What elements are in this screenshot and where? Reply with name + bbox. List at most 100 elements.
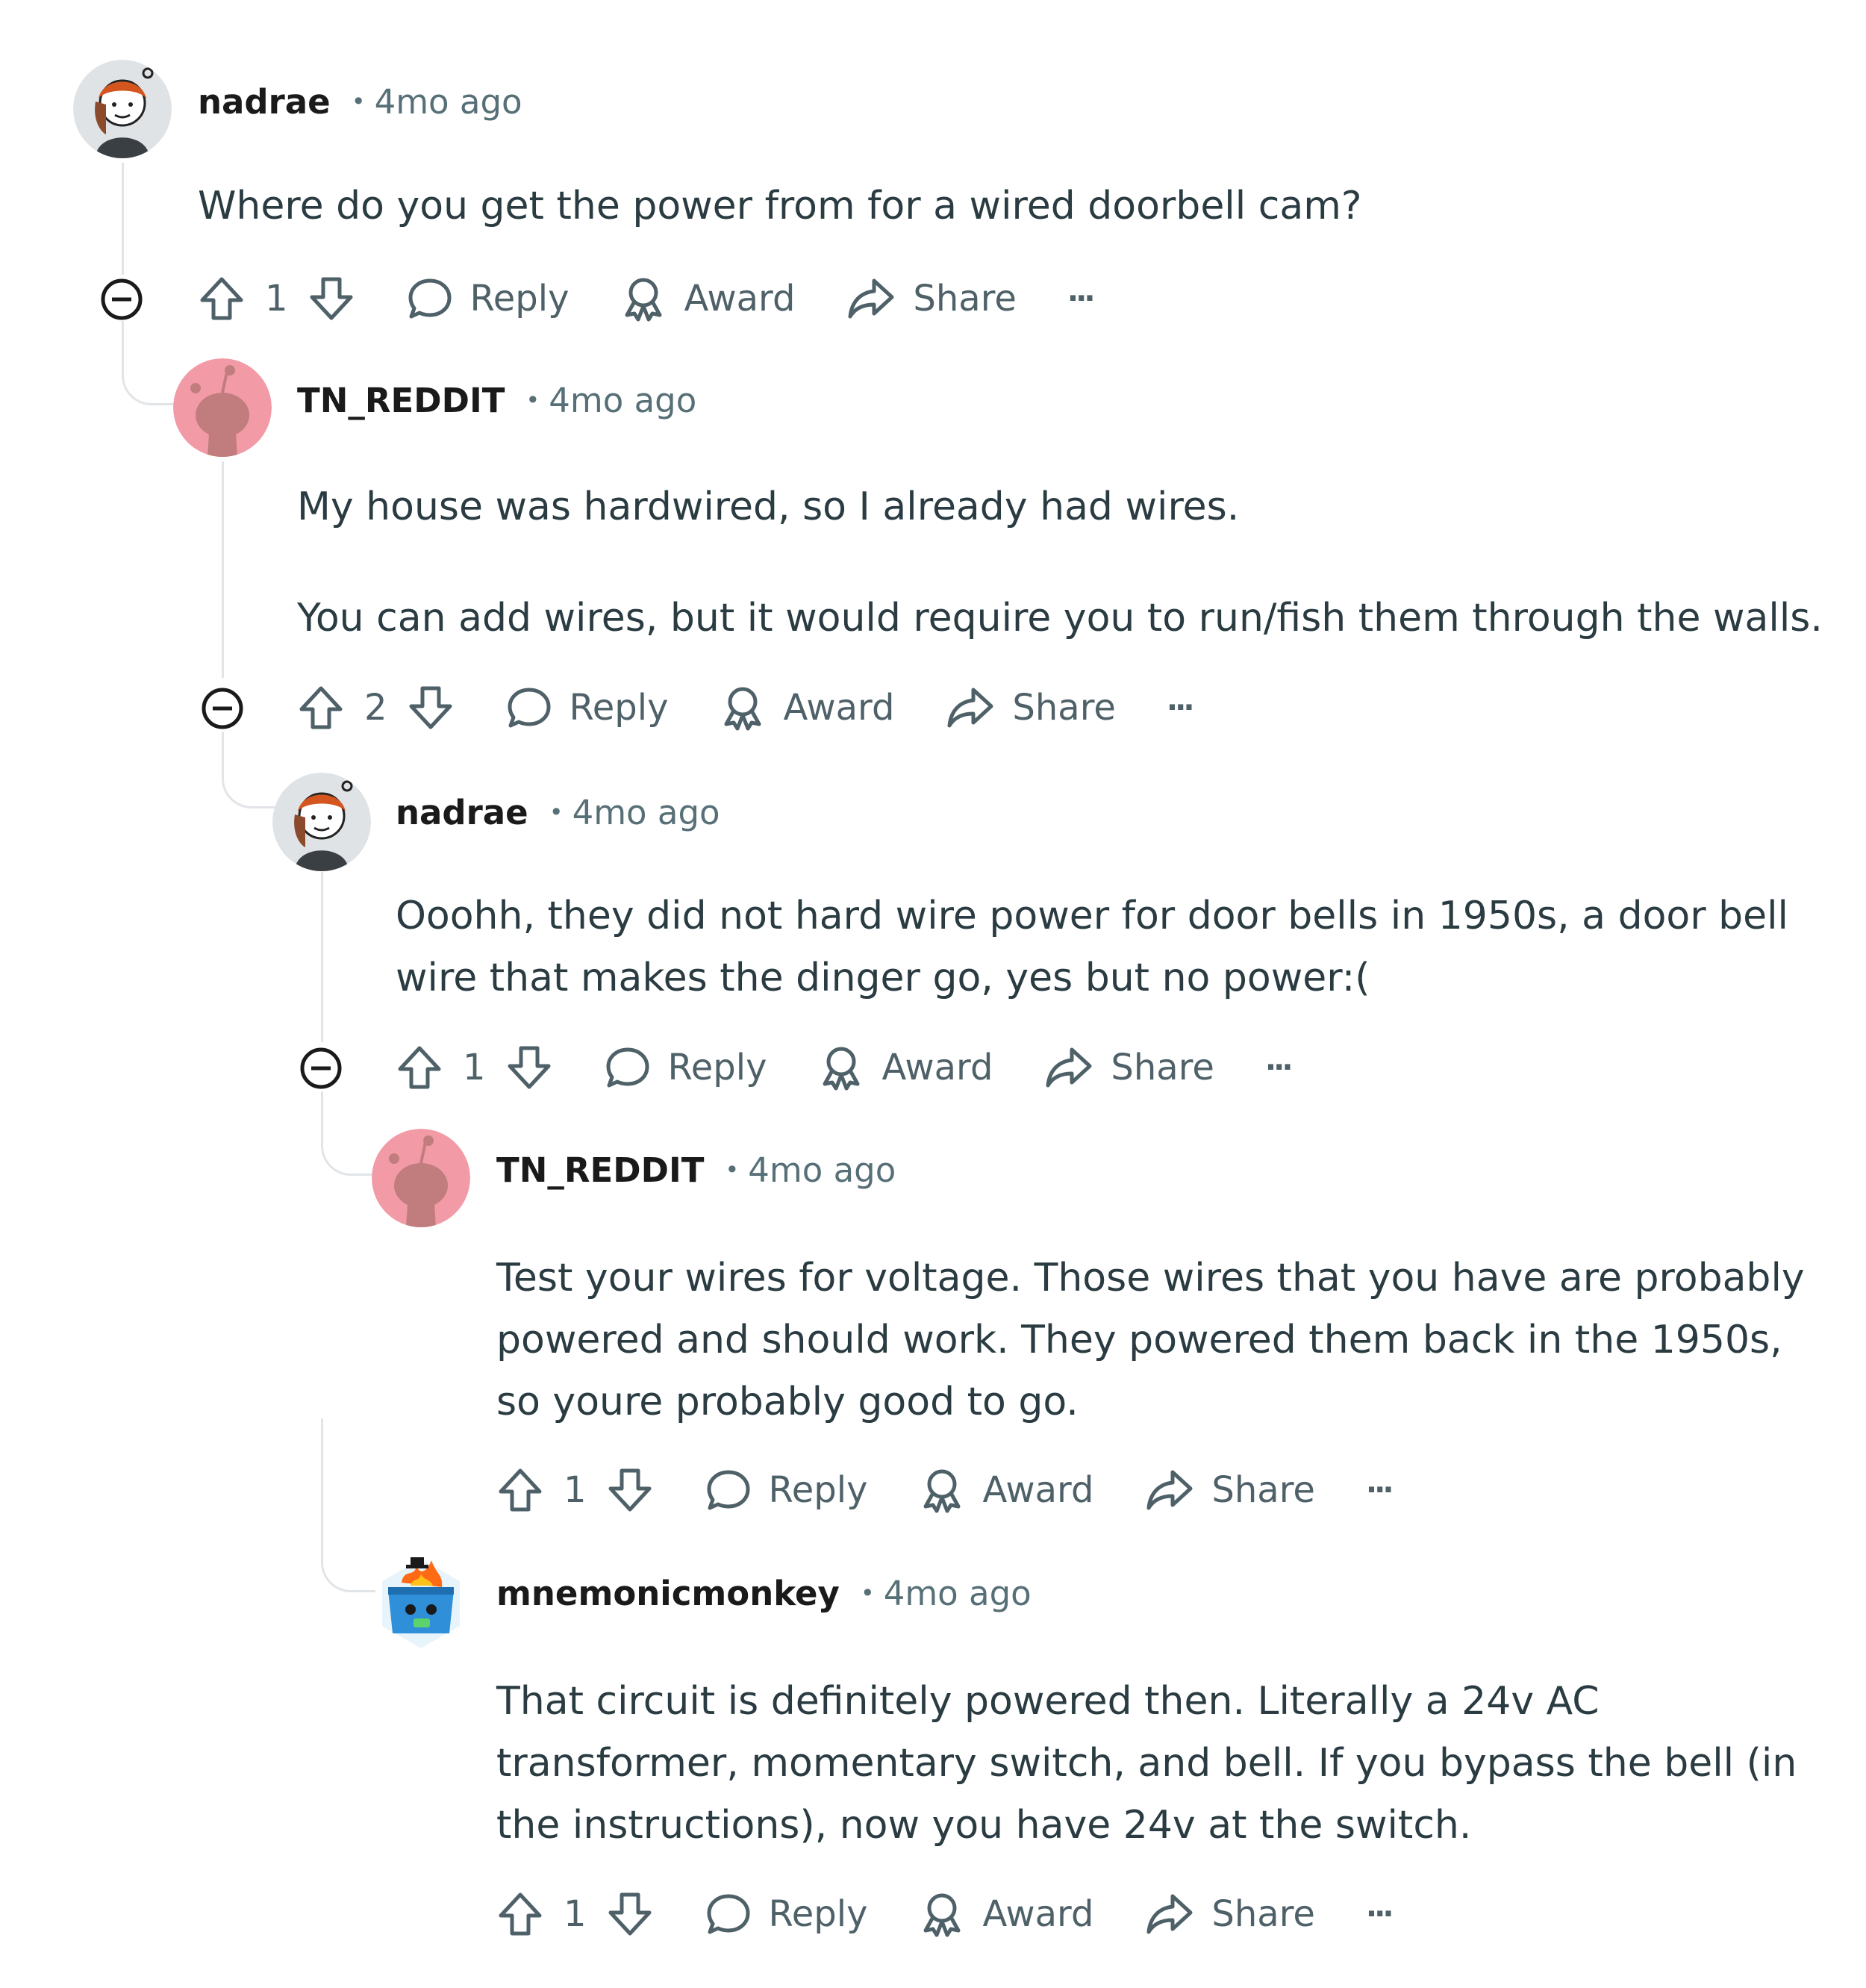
collapse-icon <box>101 278 143 320</box>
share-button[interactable]: Share <box>1043 1044 1214 1091</box>
reply-label: Reply <box>768 1469 868 1511</box>
reply-button[interactable]: Reply <box>505 684 669 732</box>
award-icon <box>724 687 761 731</box>
upvote-icon[interactable] <box>198 275 246 322</box>
upvote-icon[interactable] <box>496 1466 544 1514</box>
timestamp[interactable]: 4mo ago <box>375 82 522 122</box>
author-link[interactable]: nadrae <box>198 82 331 122</box>
more-options-button[interactable]: ··· <box>1166 691 1195 725</box>
comment-line: Test your wires for voltage. Those wires… <box>496 1256 1805 1300</box>
award-label: Award <box>982 1893 1094 1935</box>
collapse-button[interactable] <box>100 278 143 321</box>
author-link[interactable]: TN_REDDIT <box>297 381 505 420</box>
timestamp[interactable]: 4mo ago <box>572 793 720 832</box>
share-label: Share <box>913 278 1017 320</box>
thread-elbow <box>321 1091 375 1176</box>
award-button[interactable]: Award <box>719 684 894 732</box>
comment-body: Ooohh, they did not hard wire power for … <box>396 885 1788 1009</box>
more-options-button[interactable]: ··· <box>1366 1897 1394 1931</box>
nadrae-avatar-icon <box>73 60 172 158</box>
comment-line: That circuit is definitely powered then.… <box>496 1679 1600 1724</box>
more-icon: ··· <box>1365 1473 1394 1507</box>
reply-label: Reply <box>469 278 570 320</box>
timestamp[interactable]: 4mo ago <box>884 1574 1032 1613</box>
comment-body: That circuit is definitely powered then.… <box>496 1671 1797 1857</box>
reply-button[interactable]: Reply <box>705 1890 868 1938</box>
comment-actions: 1 Reply Award Share ··· <box>496 1460 1394 1520</box>
reply-label: Reply <box>569 687 669 729</box>
upvote-icon[interactable] <box>396 1044 443 1091</box>
comment-line: transformer, momentary switch, and bell.… <box>496 1741 1797 1786</box>
award-button[interactable]: Award <box>918 1466 1093 1514</box>
more-icon: ··· <box>1067 281 1096 316</box>
collapse-button[interactable] <box>201 687 244 730</box>
more-icon: ··· <box>1166 691 1195 725</box>
thread-line[interactable] <box>122 163 124 275</box>
downvote-icon[interactable] <box>308 275 355 322</box>
comment-body: Where do you get the power from for a wi… <box>198 175 1361 237</box>
award-icon <box>923 1893 961 1937</box>
comment-meta: TN_REDDIT • 4mo ago <box>297 378 696 423</box>
more-options-button[interactable]: ··· <box>1265 1050 1294 1085</box>
avatar[interactable] <box>173 358 272 457</box>
snoo-avatar-icon <box>173 358 272 457</box>
avatar[interactable] <box>372 1553 470 1651</box>
reply-button[interactable]: Reply <box>705 1466 868 1514</box>
comment-actions: 1 Reply Award Share ··· <box>198 269 1096 328</box>
author-link[interactable]: TN_REDDIT <box>496 1150 704 1190</box>
avatar[interactable] <box>272 773 371 871</box>
snoo-avatar-icon <box>372 1129 470 1227</box>
award-button[interactable]: Award <box>620 275 795 322</box>
vote-score: 1 <box>564 1469 587 1511</box>
avatar[interactable] <box>372 1129 470 1227</box>
award-button[interactable]: Award <box>817 1044 993 1091</box>
vote-group: 2 <box>297 684 455 732</box>
meta-separator: • <box>351 87 366 116</box>
share-button[interactable]: Share <box>846 275 1017 322</box>
thread-line[interactable] <box>321 872 323 1042</box>
comment-actions: 1 Reply Award Share ··· <box>396 1038 1294 1097</box>
avatar[interactable] <box>73 60 172 158</box>
vote-score: 1 <box>564 1893 587 1935</box>
downvote-icon[interactable] <box>606 1890 654 1938</box>
thread-elbow <box>321 1418 375 1592</box>
author-link[interactable]: nadrae <box>396 793 528 832</box>
comment-paragraph: My house was hardwired, so I already had… <box>297 484 1240 529</box>
upvote-icon[interactable] <box>297 684 345 732</box>
reply-icon <box>707 1894 750 1934</box>
reply-label: Reply <box>768 1893 868 1935</box>
downvote-icon[interactable] <box>407 684 455 732</box>
share-label: Share <box>1012 687 1116 729</box>
collapse-icon <box>300 1047 342 1089</box>
upvote-icon[interactable] <box>496 1890 544 1938</box>
share-icon <box>947 688 993 728</box>
share-button[interactable]: Share <box>1144 1466 1315 1514</box>
thread-line[interactable] <box>222 461 224 678</box>
meta-separator: • <box>549 798 564 826</box>
share-icon <box>1146 1470 1193 1510</box>
award-button[interactable]: Award <box>918 1890 1093 1938</box>
vote-score: 1 <box>463 1047 486 1088</box>
timestamp[interactable]: 4mo ago <box>549 381 696 420</box>
collapse-icon <box>202 688 243 729</box>
comment-paragraph: Where do you get the power from for a wi… <box>198 184 1362 228</box>
share-icon <box>1146 1894 1193 1934</box>
reply-icon <box>606 1047 649 1088</box>
share-button[interactable]: Share <box>1144 1890 1315 1938</box>
collapse-button[interactable] <box>299 1047 343 1090</box>
downvote-icon[interactable] <box>505 1044 553 1091</box>
comment-line: powered and should work. They powered th… <box>496 1318 1782 1362</box>
comment-meta: TN_REDDIT • 4mo ago <box>496 1147 896 1192</box>
nadrae-avatar-icon <box>272 773 371 871</box>
downvote-icon[interactable] <box>606 1466 654 1514</box>
more-options-button[interactable]: ··· <box>1067 281 1096 316</box>
timestamp[interactable]: 4mo ago <box>748 1150 896 1190</box>
reply-button[interactable]: Reply <box>406 275 570 322</box>
comment-actions: 2 Reply Award Share ··· <box>297 678 1195 738</box>
author-link[interactable]: mnemonicmonkey <box>496 1574 840 1613</box>
share-button[interactable]: Share <box>945 684 1116 732</box>
reply-button[interactable]: Reply <box>604 1044 767 1091</box>
more-options-button[interactable]: ··· <box>1365 1473 1394 1507</box>
meta-separator: • <box>725 1156 740 1184</box>
vote-group: 1 <box>496 1890 654 1938</box>
